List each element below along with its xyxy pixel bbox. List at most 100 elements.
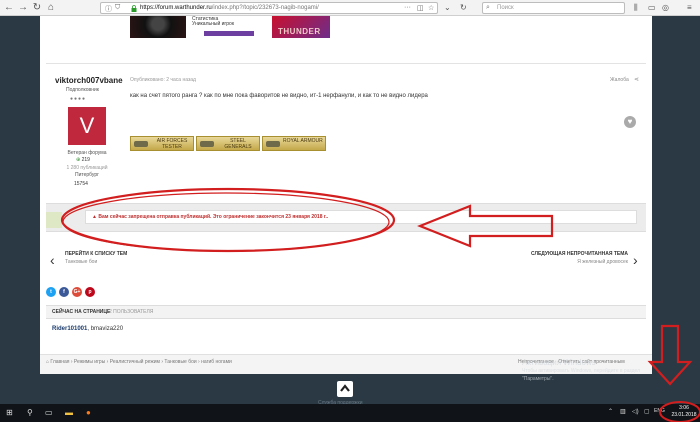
author-city: Питербург xyxy=(75,172,99,178)
posts-count: 1 280 публикаций xyxy=(66,165,108,171)
breadcrumb-item[interactable]: Танковые бои xyxy=(164,359,196,365)
breadcrumb: ⌂ Главная › Режимы игры › Реалистичный р… xyxy=(46,359,232,365)
author-name[interactable]: viktorch007vbane xyxy=(55,76,123,85)
reaction-heart-icon[interactable]: ♥ xyxy=(624,116,636,128)
author-rank: Ветеран форума xyxy=(67,150,107,156)
signature-banner[interactable]: Статистика Уникальный игрок THUNDER xyxy=(130,16,330,38)
extension-icon[interactable]: ◎ xyxy=(662,3,669,12)
award-label: STEEL GENERALS xyxy=(224,138,252,150)
search-icon[interactable]: ⚲ xyxy=(27,408,33,417)
author-stat-number: 15754 xyxy=(74,181,88,187)
file-explorer-icon[interactable]: ▬ xyxy=(65,408,73,417)
post-content: как на счет пятого ранга ? как по мне по… xyxy=(130,93,428,99)
signature-stats-line2: Уникальный игрок xyxy=(192,21,235,27)
url-host: https://forum.warthunder.ru xyxy=(140,5,212,11)
signature-stats: Статистика Уникальный игрок xyxy=(186,16,272,38)
tank-icon xyxy=(266,141,280,147)
award-label: AIR FORCES TESTER xyxy=(156,138,188,150)
avatar[interactable]: V xyxy=(68,107,106,145)
notification-icon[interactable]: ▢ xyxy=(644,408,650,415)
search-icon: ⌕ xyxy=(486,4,490,11)
reputation-badge: ⊕ 219 xyxy=(76,157,90,163)
restriction-message: Вам сейчас запрещена отправка публикаций… xyxy=(98,214,329,220)
url-text: https://forum.warthunder.ru/index.php?/t… xyxy=(140,5,319,11)
browser-toolbar: ← → ↻ ⌂ ⓘ ⛉ https://forum.warthunder.ru/… xyxy=(0,0,700,16)
sidebar-icon[interactable]: ▭ xyxy=(648,3,656,12)
twitter-icon[interactable]: t xyxy=(46,287,56,297)
clock-date[interactable]: 23.01.2018 xyxy=(670,412,698,418)
chevron-right-icon[interactable]: › xyxy=(633,252,638,268)
post-divider xyxy=(46,63,646,64)
refresh-icon[interactable]: ↻ xyxy=(460,3,467,12)
author-group: Подполковник xyxy=(66,87,99,93)
tank-icon xyxy=(200,141,214,147)
language-indicator[interactable]: ENG xyxy=(654,408,665,414)
address-bar[interactable]: ⓘ ⛉ https://forum.warthunder.ru/index.ph… xyxy=(100,2,438,14)
task-view-icon[interactable]: ▭ xyxy=(45,408,53,417)
activation-watermark-line: Чтобы активировать Windows, перейдите в … xyxy=(522,368,641,374)
next-unread-sub[interactable]: Я железный дровосек xyxy=(520,259,628,265)
forum-page: Статистика Уникальный игрок THUNDER vikt… xyxy=(40,16,652,374)
facebook-icon[interactable]: f xyxy=(59,287,69,297)
firefox-icon[interactable]: ● xyxy=(86,408,91,417)
share-icon[interactable]: ⋖ xyxy=(634,76,639,83)
info-icon[interactable]: ⓘ xyxy=(105,4,112,14)
more-icon[interactable]: ··· xyxy=(404,4,411,11)
award-label: ROYAL ARMOUR xyxy=(283,138,323,144)
forward-icon[interactable]: → xyxy=(17,2,29,14)
breadcrumb-item[interactable]: Реалистичный режим xyxy=(110,359,160,365)
google-plus-icon[interactable]: G+ xyxy=(72,287,82,297)
award-royal-armour: ROYAL ARMOUR xyxy=(262,136,326,151)
home-icon: ⌂ xyxy=(46,359,50,365)
signature-image xyxy=(130,16,186,38)
plane-icon xyxy=(134,141,148,147)
online-title: СЕЙЧАС НА СТРАНИЦЕ xyxy=(52,309,111,315)
tray-arrow-icon[interactable]: ⌃ xyxy=(608,408,613,415)
search-input[interactable]: ⌕ Поиск xyxy=(482,2,625,14)
reputation-value: 219 xyxy=(81,157,90,163)
signature-logo: THUNDER xyxy=(272,16,330,38)
post-date[interactable]: Опубликовано: 2 часа назад xyxy=(130,77,196,83)
award-steel-generals: STEEL GENERALS xyxy=(196,136,260,151)
lock-icon xyxy=(131,5,137,12)
activation-watermark-line: "Параметры". xyxy=(522,376,554,382)
menu-icon[interactable]: ≡ xyxy=(687,3,692,12)
bookmark-star-icon[interactable]: ☆ xyxy=(428,4,434,12)
online-users: Rider101001, bmaviza220 xyxy=(52,326,124,332)
award-air-forces-tester: AIR FORCES TESTER xyxy=(130,136,194,151)
breadcrumb-item[interactable]: Главная xyxy=(50,359,69,365)
pinterest-icon[interactable]: p xyxy=(85,287,95,297)
network-icon[interactable]: ▥ xyxy=(620,408,626,415)
online-count: 2 ПОЛЬЗОВАТЕЛЯ xyxy=(109,309,154,315)
user-avatar-thumb xyxy=(46,212,62,228)
breadcrumb-item[interactable]: нагиб ногами xyxy=(201,359,232,365)
back-to-topics-link[interactable]: ПЕРЕЙТИ К СПИСКУ ТЕМ xyxy=(65,251,127,257)
chevron-left-icon[interactable]: ‹ xyxy=(50,252,55,268)
reload-icon[interactable]: ↻ xyxy=(31,2,43,14)
dropdown-arrow-icon[interactable]: ⌄ xyxy=(444,3,451,12)
scroll-to-top-button[interactable] xyxy=(337,381,353,397)
restriction-notice-text: ▲ Вам сейчас запрещена отправка публикац… xyxy=(92,214,329,220)
online-user-link[interactable]: Rider101001 xyxy=(52,326,87,332)
clock-time[interactable]: 3:06 xyxy=(670,405,698,411)
chevron-up-icon xyxy=(340,384,350,392)
volume-icon[interactable]: ◁) xyxy=(632,408,639,415)
signature-stats-bar xyxy=(204,31,254,36)
shield-icon[interactable]: ⛉ xyxy=(115,4,120,12)
signature-logo-text: THUNDER xyxy=(278,27,321,36)
breadcrumb-item[interactable]: Режимы игры xyxy=(74,359,105,365)
rank-pips: ●●●● xyxy=(70,96,87,102)
report-link[interactable]: Жалоба xyxy=(610,77,629,83)
search-placeholder: Поиск xyxy=(497,5,514,11)
back-icon[interactable]: ← xyxy=(3,2,15,14)
activation-watermark-title: Активация Windows xyxy=(522,358,596,367)
url-path: /index.php?/topic/232673-nagib-nogami/ xyxy=(211,5,319,11)
home-icon[interactable]: ⌂ xyxy=(45,2,57,14)
windows-start-icon[interactable]: ⊞ xyxy=(6,408,13,417)
next-unread-link[interactable]: СЛЕДУЮЩАЯ НЕПРОЧИТАННАЯ ТЕМА xyxy=(520,251,628,257)
back-to-topics-sub[interactable]: Танковые бои xyxy=(65,259,97,265)
pocket-icon[interactable]: ◫ xyxy=(417,4,424,12)
library-icon[interactable]: ⫼ xyxy=(634,3,638,13)
online-user-link[interactable]: bmaviza220 xyxy=(91,326,123,332)
windows-taskbar: ⊞ ⚲ ▭ ▬ ● ⌃ ▥ ◁) ▢ xyxy=(0,404,700,422)
